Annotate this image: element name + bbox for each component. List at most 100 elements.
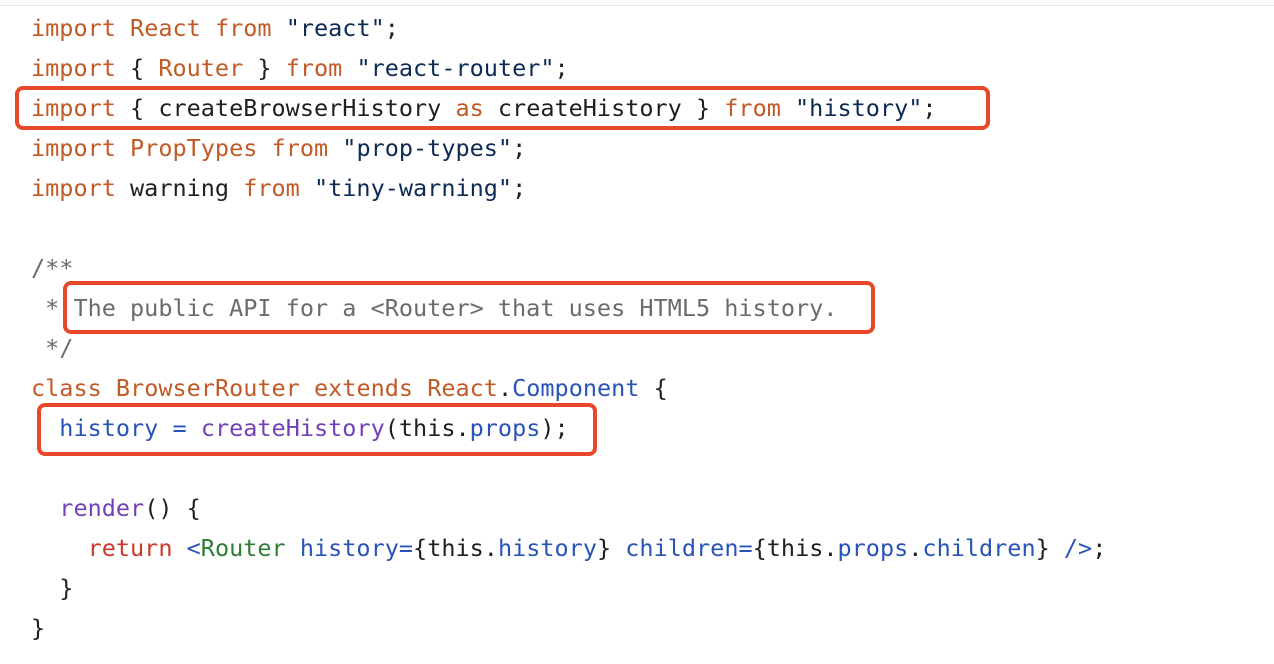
code-block: import React from "react"; import { Route… [31, 8, 1106, 648]
code-line: class BrowserRouter extends React.Compon… [31, 368, 1106, 408]
code-token: } [1035, 534, 1064, 562]
code-token: ; [922, 94, 937, 122]
code-token: { [639, 374, 668, 402]
code-line: /** [31, 248, 1106, 288]
code-token: warning [115, 174, 244, 202]
code-token: "prop-types" [342, 134, 513, 162]
code-token: import [31, 94, 116, 122]
code-token: extends [314, 374, 414, 402]
code-token: = [172, 414, 187, 442]
code-token: "history" [795, 94, 923, 122]
code-token: return [87, 534, 173, 562]
code-token: ; [554, 54, 569, 82]
code-line: } [31, 568, 1106, 608]
code-token: import [31, 14, 116, 42]
code-token: "tiny-warning" [313, 174, 513, 202]
code-line: import { Router } from "react-router"; [31, 48, 1106, 88]
code-token: PropTypes [130, 134, 258, 162]
code-token: = [398, 534, 414, 562]
code-token: Router [200, 534, 286, 562]
code-line: return <Router history={this.history} ch… [31, 528, 1107, 568]
code-token: props [469, 414, 541, 442]
code-token: from [724, 94, 781, 122]
code-token: from [214, 14, 272, 42]
code-token: history [497, 534, 597, 562]
code-token: props [837, 534, 909, 562]
code-token: children [922, 534, 1036, 562]
code-token: } [596, 534, 626, 562]
code-token: "react-router" [356, 54, 555, 82]
code-token: from [285, 54, 343, 82]
code-token: */ [31, 334, 74, 362]
code-token: import [31, 174, 116, 202]
code-token: . [497, 374, 513, 402]
code-line: render() { [31, 488, 1106, 528]
code-token: } [243, 54, 286, 82]
code-token: history [59, 414, 159, 442]
code-token: = [738, 534, 753, 562]
code-token: import [31, 54, 116, 82]
code-token: ); [540, 414, 569, 442]
code-token: ; [512, 134, 527, 162]
code-line: */ [31, 328, 1106, 368]
code-line: import { createBrowserHistory as createH… [31, 88, 1106, 128]
code-token: < [186, 534, 201, 562]
code-token: ; [1092, 534, 1107, 562]
code-token: as [455, 94, 484, 122]
code-token: React [130, 14, 201, 42]
code-token: . [908, 534, 923, 562]
code-token: () { [144, 494, 201, 522]
code-token: (this. [384, 414, 470, 442]
code-token: history [299, 534, 399, 562]
code-line: * The public API for a <Router> that use… [31, 288, 1106, 328]
code-token: "react" [285, 14, 385, 42]
code-line: history = createHistory(this.props); [31, 408, 1106, 448]
code-token: {this. [752, 534, 838, 562]
code-token: ; [384, 14, 399, 42]
code-token: createHistory } [483, 94, 725, 122]
code-token: createHistory [200, 414, 385, 442]
code-token: /> [1063, 534, 1093, 562]
code-token: { createBrowserHistory [115, 94, 456, 122]
code-token: /** [31, 254, 74, 282]
top-divider [0, 5, 1274, 6]
code-token: children [625, 534, 739, 562]
code-line: import PropTypes from "prop-types"; [31, 128, 1106, 168]
code-line: } [31, 608, 1106, 648]
code-token: render [59, 494, 145, 522]
code-token: import [31, 134, 116, 162]
code-token: class [31, 374, 102, 402]
code-token: React [427, 374, 498, 402]
code-token: Component [512, 374, 640, 402]
code-token: from [271, 134, 329, 162]
code-token: BrowserRouter [115, 374, 300, 402]
code-token: } [31, 574, 74, 602]
code-token: Router [158, 54, 244, 82]
code-token: {this. [413, 534, 498, 562]
code-line: import React from "react"; [31, 8, 1106, 48]
code-token: ; [512, 174, 527, 202]
code-line: import warning from "tiny-warning"; [31, 168, 1106, 208]
code-token: * The public API for a <Router> that use… [31, 294, 838, 322]
